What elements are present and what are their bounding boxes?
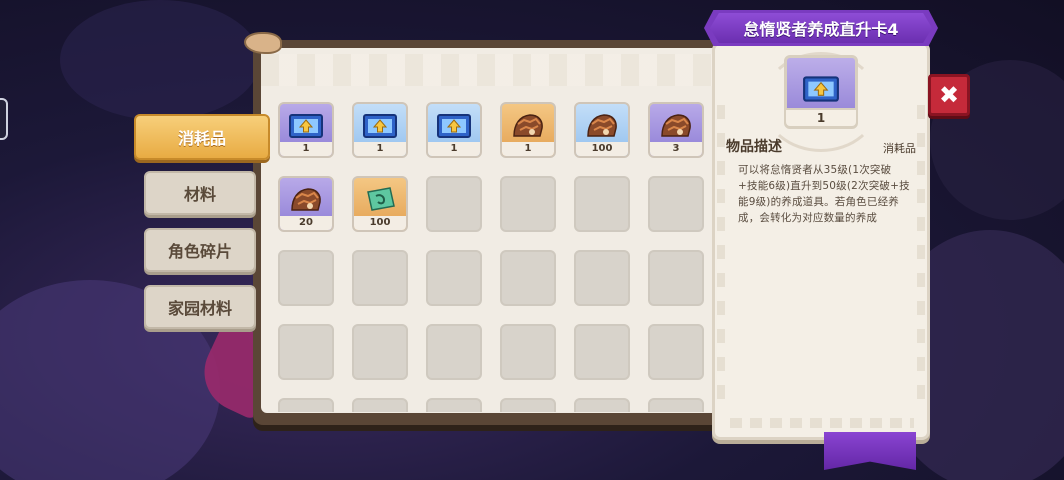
item-quantity: 100 (354, 216, 406, 230)
empty-slot[interactable] (352, 398, 408, 412)
item-quantity: 1 (280, 142, 332, 156)
detail-decoration (917, 105, 925, 407)
empty-slot[interactable] (426, 324, 482, 380)
preview-quantity: 1 (784, 108, 858, 128)
empty-slot[interactable] (648, 324, 704, 380)
detail-decoration (717, 105, 725, 407)
empty-slot[interactable] (500, 324, 556, 380)
item-category: 消耗品 (883, 142, 916, 155)
close-icon: ✖ (938, 81, 960, 109)
empty-slot[interactable] (574, 324, 630, 380)
close-button[interactable]: ✖ (928, 74, 970, 116)
item-title-banner: 怠惰贤者养成直升卡4 (704, 10, 938, 46)
upgrade-card-icon (288, 110, 324, 142)
empty-slot[interactable] (278, 324, 334, 380)
item-quantity: 100 (576, 142, 628, 156)
tab-consumables[interactable]: 消耗品 (134, 114, 270, 160)
item-quantity: 1 (354, 142, 406, 156)
tab-label: 家园材料 (167, 299, 232, 318)
inventory-grid: 1 1 1 1 100 3 20 100 (278, 102, 704, 412)
character-fragment-icon (658, 110, 694, 142)
empty-slot[interactable] (426, 250, 482, 306)
inventory-item-slot[interactable]: 100 (574, 102, 630, 158)
character-fragment-icon (510, 110, 546, 142)
empty-slot[interactable] (278, 398, 334, 412)
empty-slot[interactable] (426, 398, 482, 412)
empty-slot[interactable] (352, 324, 408, 380)
character-fragment-icon (584, 110, 620, 142)
empty-slot[interactable] (352, 250, 408, 306)
inventory-item-slot[interactable]: 20 (278, 176, 334, 232)
item-description: 可以将怠惰贤者从35级(1次突破+技能6级)直升到50级(2次突破+技能9级)的… (738, 164, 910, 224)
upgrade-card-icon (436, 110, 472, 142)
empty-slot[interactable] (648, 250, 704, 306)
inventory-item-slot[interactable]: 1 (426, 102, 482, 158)
empty-slot[interactable] (278, 250, 334, 306)
empty-slot[interactable] (500, 398, 556, 412)
empty-slot[interactable] (500, 176, 556, 232)
inventory-item-slot[interactable]: 100 (352, 176, 408, 232)
inventory-item-slot[interactable]: 3 (648, 102, 704, 158)
tab-label: 消耗品 (177, 129, 226, 148)
character-fragment-icon (288, 184, 324, 216)
tab-label: 角色碎片 (167, 242, 232, 261)
tab-home-materials[interactable]: 家园材料 (144, 285, 256, 329)
upgrade-card-icon (803, 76, 839, 102)
brush-decoration-icon (244, 32, 282, 54)
item-quantity: 1 (502, 142, 554, 156)
item-title: 怠惰贤者养成直升卡4 (743, 20, 899, 39)
item-quantity: 1 (428, 142, 480, 156)
side-menu-handle[interactable] (0, 98, 8, 140)
empty-slot[interactable] (500, 250, 556, 306)
inventory-item-slot[interactable]: 1 (352, 102, 408, 158)
ribbon-decoration (824, 432, 916, 470)
item-quantity: 3 (650, 142, 702, 156)
inventory-item-slot[interactable]: 1 (278, 102, 334, 158)
upgrade-card-icon (362, 110, 398, 142)
panel-decoration-band (261, 54, 719, 86)
background-scenery (60, 0, 260, 120)
item-quantity: 20 (280, 216, 332, 230)
empty-slot[interactable] (574, 398, 630, 412)
description-label: 物品描述 (726, 139, 782, 155)
detail-footer-decoration (730, 418, 914, 428)
empty-slot[interactable] (574, 250, 630, 306)
empty-slot[interactable] (426, 176, 482, 232)
tab-character-fragments[interactable]: 角色碎片 (144, 228, 256, 272)
tab-label: 材料 (183, 185, 216, 204)
empty-slot[interactable] (648, 398, 704, 412)
empty-slot[interactable] (648, 176, 704, 232)
tab-materials[interactable]: 材料 (144, 171, 256, 215)
empty-slot[interactable] (574, 176, 630, 232)
green-ticket-icon (362, 184, 398, 216)
inventory-item-slot[interactable]: 1 (500, 102, 556, 158)
